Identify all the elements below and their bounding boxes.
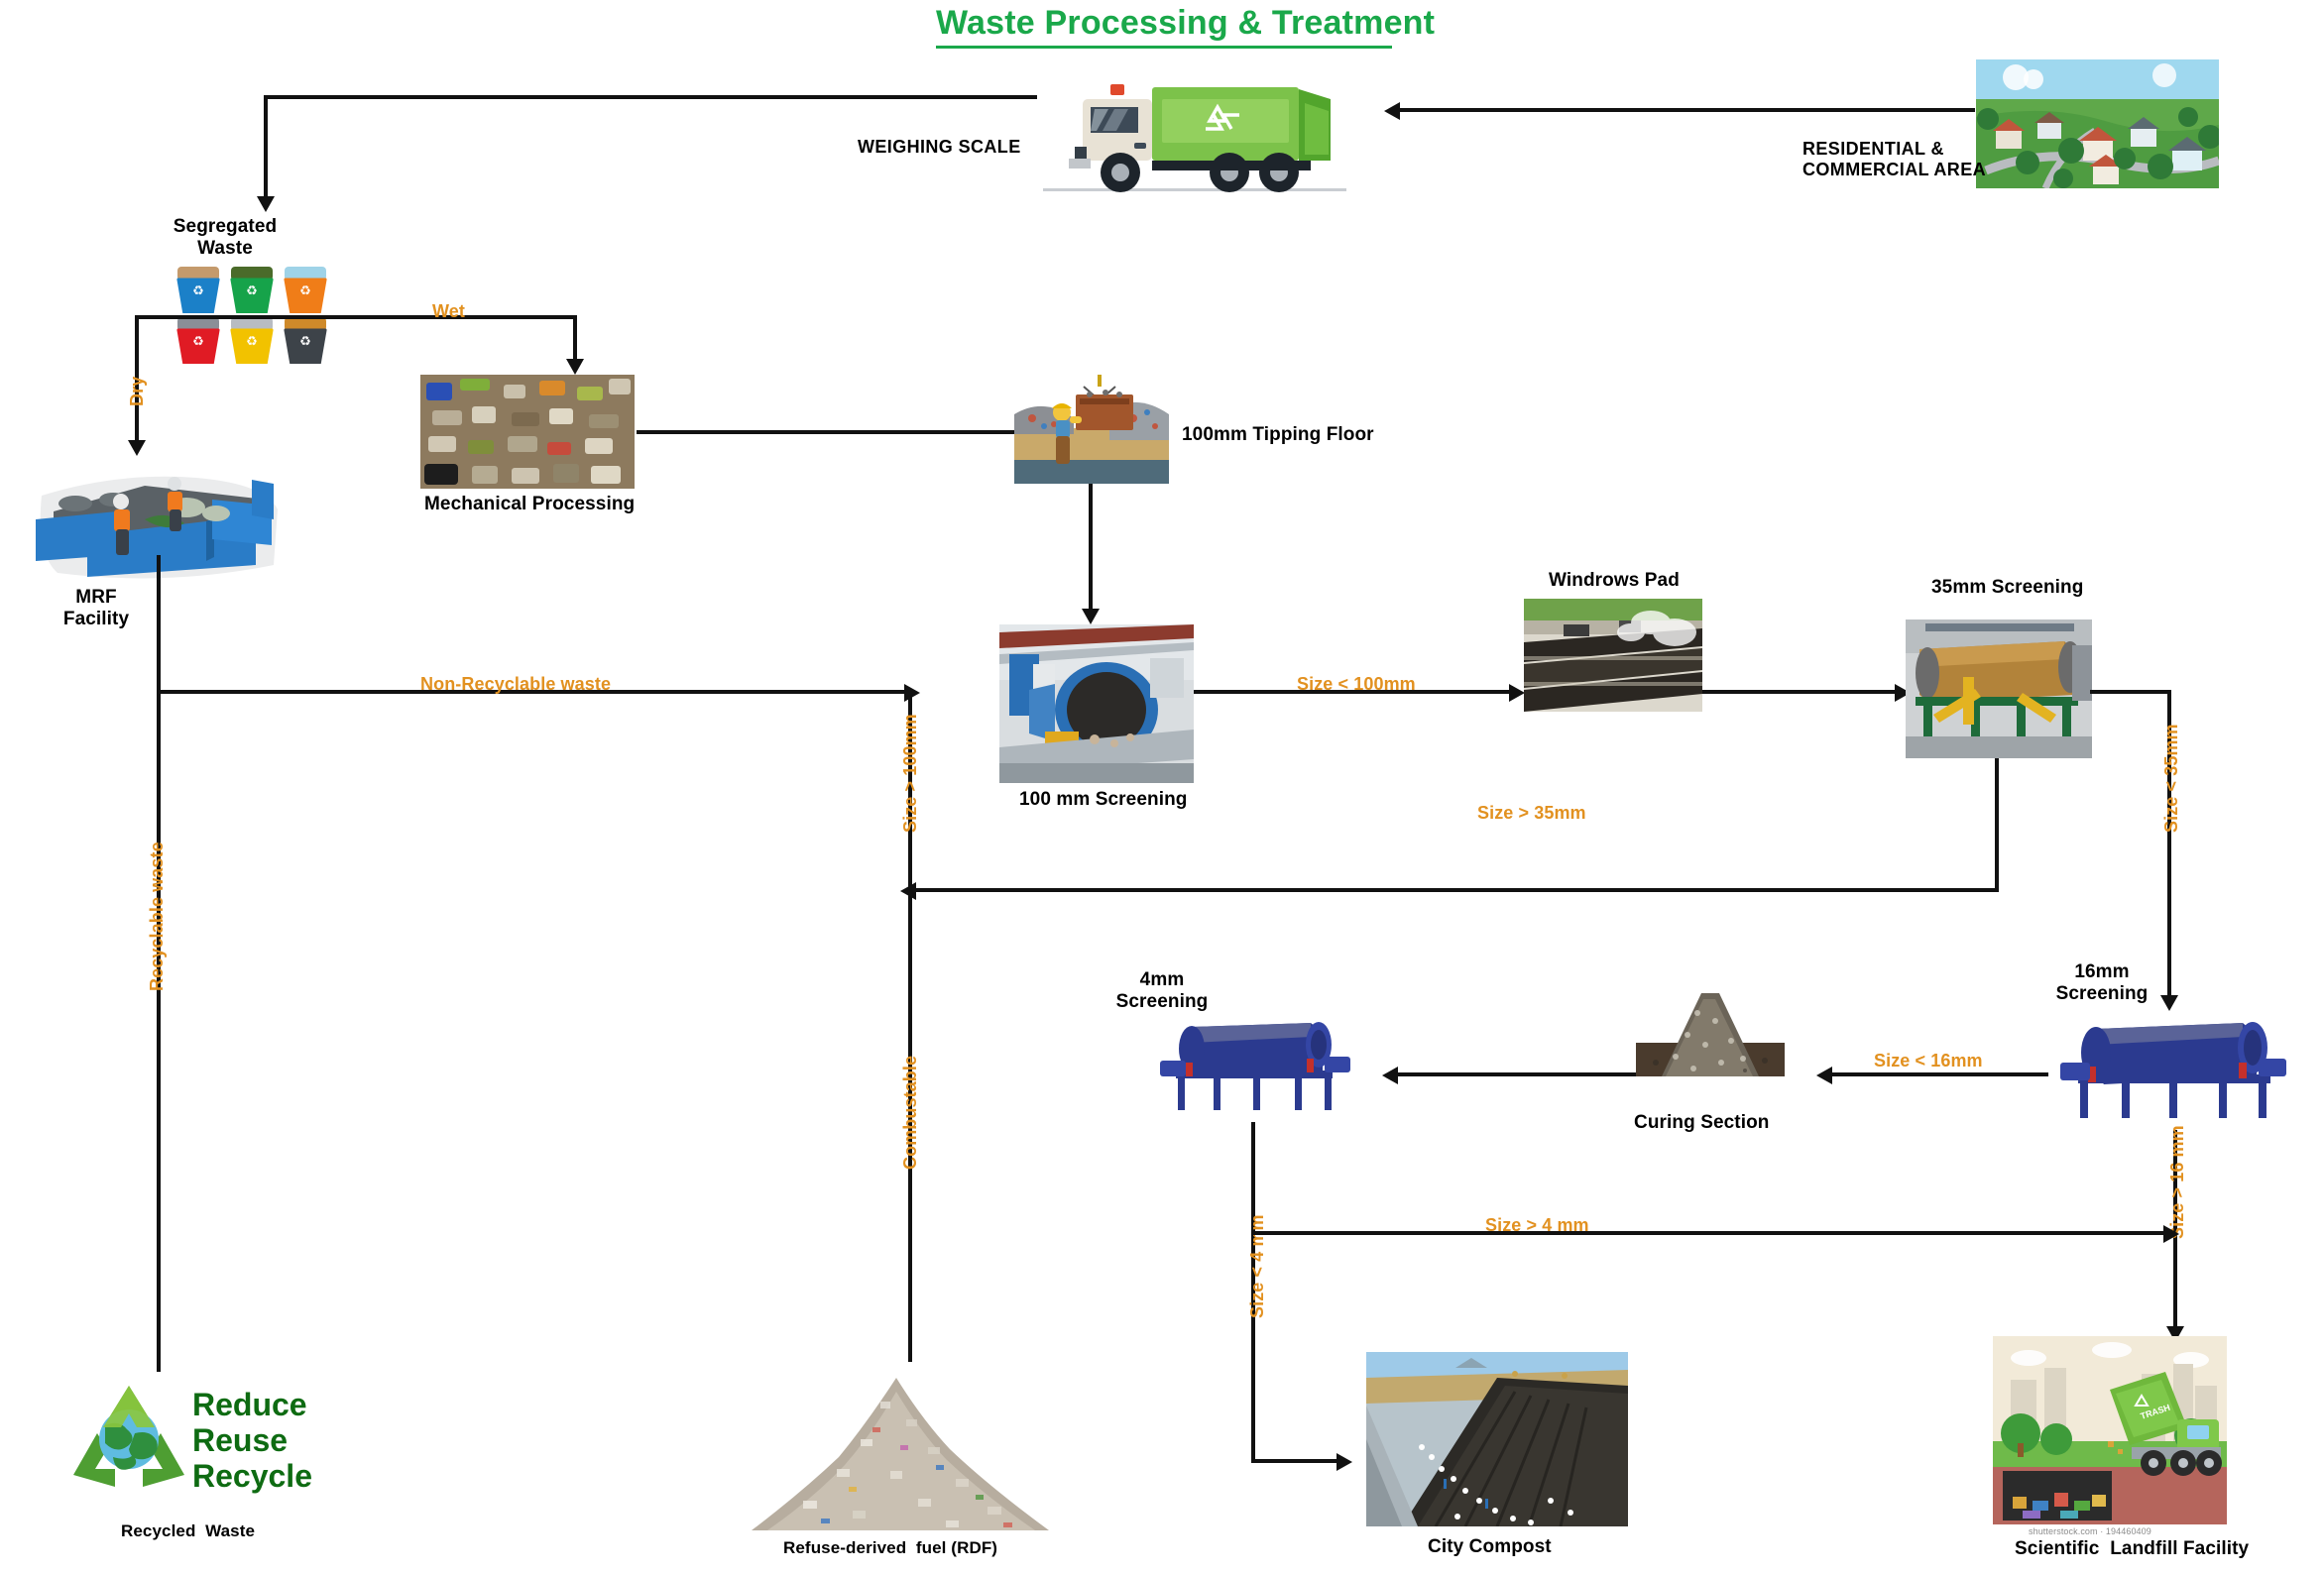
connector-residential-to-truck bbox=[1400, 108, 1975, 112]
landfill-watermark: shutterstock.com · 194460409 bbox=[2029, 1526, 2151, 1536]
arrowhead-wet-to-mechanical bbox=[566, 359, 584, 375]
connector-mechanical-to-tipping bbox=[637, 430, 1033, 434]
tipping-floor-label: 100mm Tipping Floor bbox=[1182, 424, 1374, 445]
arrowhead-to-4mm-screening bbox=[1382, 1067, 1398, 1084]
logo-line1: Reduce bbox=[192, 1387, 307, 1422]
bin-organic: ♻ bbox=[280, 316, 331, 364]
bin-metal: ♻ bbox=[226, 316, 278, 364]
recycled-waste-label: Recycled Waste bbox=[121, 1521, 256, 1540]
connector-mrf-down bbox=[157, 555, 161, 694]
arrowhead-to-curing bbox=[1816, 1067, 1832, 1084]
connector-windrows-to-35mm bbox=[1702, 690, 1901, 694]
bin-plastic: ♻ bbox=[280, 266, 331, 313]
tipping-floor-image bbox=[1014, 375, 1169, 484]
rdf-pile-image bbox=[742, 1362, 1059, 1530]
arrowhead-to-truck bbox=[1384, 102, 1400, 120]
bin-paper: ♻ bbox=[173, 266, 224, 313]
mechanical-processing-label: Mechanical Processing bbox=[424, 494, 636, 514]
residential-area-label: RESIDENTIAL & COMMERCIAL AREA bbox=[1802, 139, 1986, 180]
landfill-label: Scientific Landfill Facility bbox=[2015, 1538, 2250, 1559]
connector-recyclable-v bbox=[157, 690, 161, 1384]
connector-truck-to-segregated-v bbox=[264, 95, 268, 198]
flow-label-size-lt-100: Size < 100mm bbox=[1297, 674, 1416, 694]
reduce-reuse-recycle-logo: Reduce Reuse Recycle bbox=[58, 1372, 345, 1501]
arrowhead-nonrecyclable bbox=[904, 684, 920, 702]
connector-size-lt-16-h bbox=[1828, 1072, 2048, 1076]
connector-curing-to-4mm bbox=[1394, 1072, 1636, 1076]
mrf-facility-image bbox=[18, 462, 291, 591]
screening-4mm-image bbox=[1150, 1017, 1358, 1122]
flow-label-size-lt-35: Size < 35mm bbox=[2161, 724, 2181, 833]
flow-label-recyclable: Recyclable waste bbox=[147, 842, 167, 991]
bin-glass: ♻ bbox=[226, 266, 278, 313]
windrows-pad-label: Windrows Pad bbox=[1549, 570, 1680, 591]
screening-35mm-image bbox=[1906, 619, 2092, 758]
connector-dry-h bbox=[135, 315, 319, 319]
logo-line2: Reuse bbox=[192, 1422, 288, 1458]
mrf-facility-label: MRF Facility bbox=[62, 587, 130, 630]
curing-section-label: Curing Section bbox=[1634, 1112, 1770, 1133]
arrowhead-to-city-compost bbox=[1336, 1453, 1352, 1471]
residential-area-image bbox=[1976, 59, 2219, 188]
arrowhead-to-segregated bbox=[257, 196, 275, 212]
connector-tipping-to-screening100 bbox=[1089, 484, 1093, 611]
bin-ewaste: ♻ bbox=[173, 316, 224, 364]
rdf-label: Refuse-derived fuel (RDF) bbox=[783, 1538, 998, 1557]
arrowhead-dry-to-mrf bbox=[128, 440, 146, 456]
screening-100mm-label: 100 mm Screening bbox=[1019, 789, 1188, 810]
screening-16mm-image bbox=[2044, 1015, 2302, 1134]
arrowhead-to-windrows bbox=[1509, 684, 1525, 702]
connector-wet-v bbox=[573, 315, 577, 361]
logo-line3: Recycle bbox=[192, 1458, 312, 1494]
segregated-waste-label: Segregated Waste bbox=[173, 216, 278, 260]
title-underline bbox=[936, 46, 1392, 49]
connector-truck-to-segregated-h bbox=[264, 95, 1037, 99]
flow-label-size-lt-16: Size < 16mm bbox=[1874, 1051, 1983, 1070]
screening-100mm-image bbox=[999, 624, 1194, 783]
screening-35mm-label: 35mm Screening bbox=[1931, 577, 2084, 598]
connector-size-lt-35-h bbox=[2090, 690, 2171, 694]
arrowhead-size-gt-4 bbox=[2163, 1225, 2179, 1243]
flow-label-combustable: Combustable bbox=[900, 1055, 920, 1170]
garbage-truck-image bbox=[1035, 67, 1354, 206]
connector-size-gt-35-v bbox=[1995, 758, 1999, 892]
page-title: Waste Processing & Treatment bbox=[936, 4, 1436, 42]
flow-label-wet: Wet bbox=[432, 301, 465, 321]
city-compost-label: City Compost bbox=[1428, 1536, 1552, 1557]
flow-label-size-gt-4: Size > 4 mm bbox=[1485, 1215, 1589, 1235]
flow-label-size-gt-16: Size > 16 mm bbox=[2167, 1125, 2187, 1239]
connector-size-gt-4-h bbox=[1251, 1231, 2171, 1235]
weighing-scale-label: WEIGHING SCALE bbox=[858, 137, 1021, 157]
diagram-canvas: Waste Processing & Treatment RESIDENTIAL… bbox=[0, 0, 2324, 1576]
arrowhead-size-gt-35 bbox=[900, 882, 916, 900]
mechanical-processing-image bbox=[420, 375, 635, 489]
connector-size-lt-4-h bbox=[1251, 1459, 1340, 1463]
connector-size-gt-35-h bbox=[912, 888, 1999, 892]
landfill-facility-image: TRASH bbox=[1993, 1336, 2227, 1524]
curing-section-image bbox=[1636, 983, 1785, 1076]
arrowhead-to-screening100 bbox=[1082, 609, 1100, 624]
city-compost-image bbox=[1366, 1352, 1628, 1526]
screening-16mm-label: 16mm Screening bbox=[2055, 961, 2149, 1005]
flow-label-dry: Dry bbox=[127, 376, 147, 406]
screening-4mm-label: 4mm Screening bbox=[1115, 969, 1209, 1013]
flow-label-size-gt-35: Size > 35mm bbox=[1477, 803, 1586, 823]
flow-label-non-recyclable: Non-Recyclable waste bbox=[420, 674, 612, 694]
windrows-pad-image bbox=[1524, 599, 1702, 712]
flow-label-size-gt-100: Size > 100mm bbox=[900, 714, 920, 833]
